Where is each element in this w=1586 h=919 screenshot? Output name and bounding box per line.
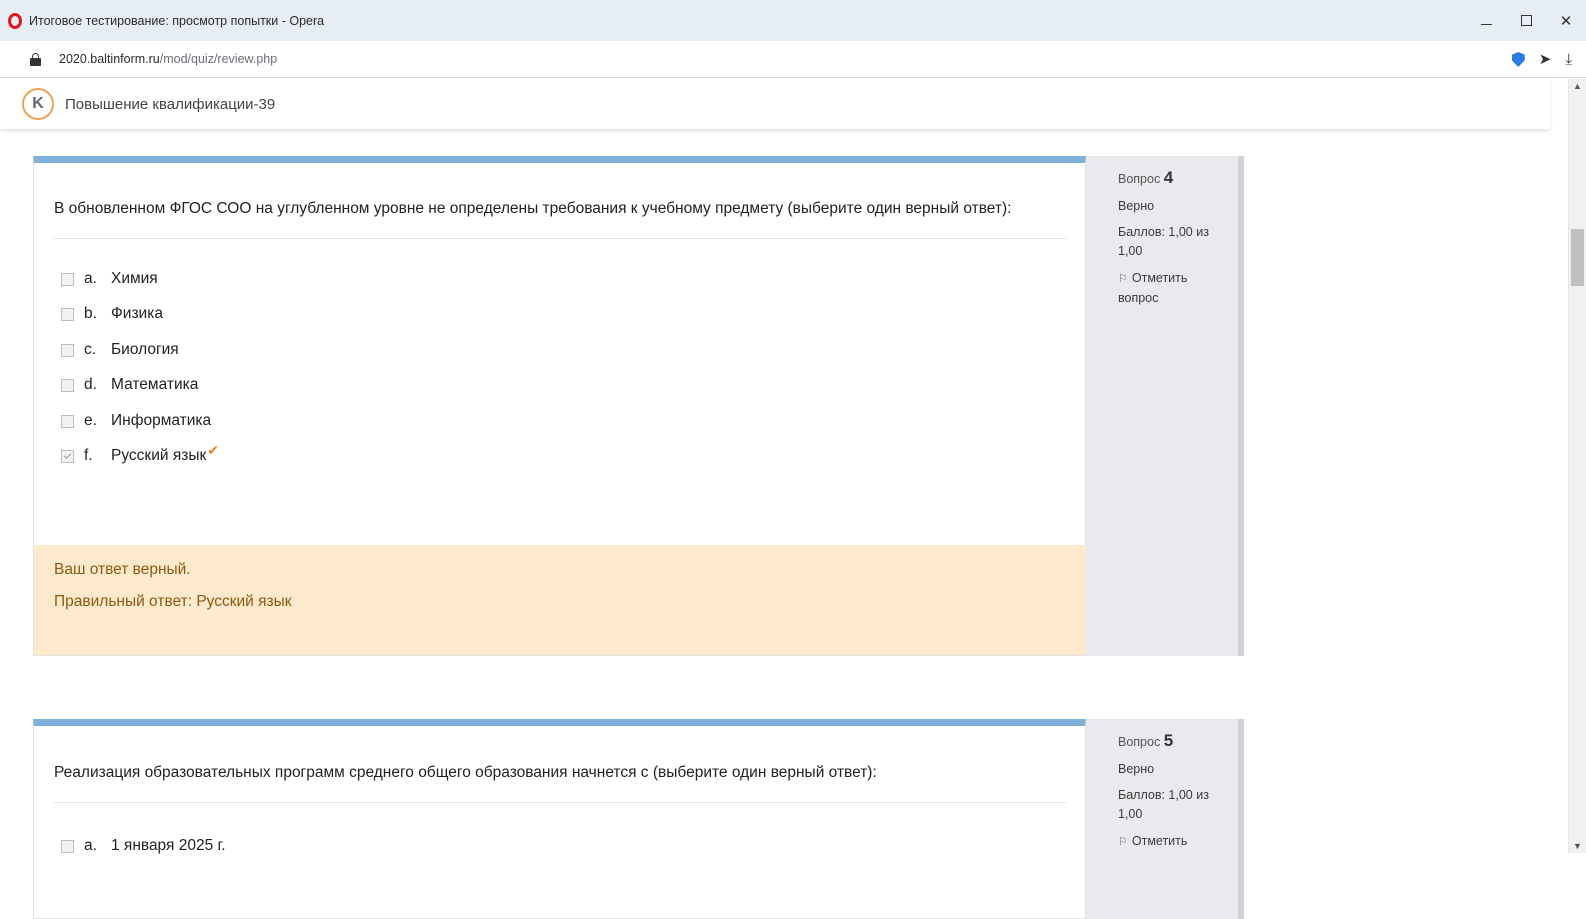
send-icon[interactable]: ➤ [1539,52,1552,67]
question-info: Вопрос 4 Верно Баллов: 1,00 из 1,00 ⚐ Отм… [1086,156,1244,656]
shield-icon[interactable] [1511,52,1525,67]
flag-question-link[interactable]: ⚐ Отметить вопрос [1118,269,1218,308]
close-icon: ✕ [1559,12,1573,30]
question-divider [54,802,1066,803]
answer-option[interactable]: a. 1 января 2025 г. [61,834,226,858]
site-logo-icon[interactable]: K [22,88,54,120]
question-number: Вопрос 4 [1118,168,1238,188]
question-state: Верно [1118,762,1155,776]
question-block: В обновленном ФГОС СОО на углубленном ур… [33,156,1244,656]
scroll-down-icon[interactable]: ▼ [1569,839,1586,853]
window-controls: ✕ [1466,0,1586,41]
question-text: Реализация образовательных программ сред… [54,764,877,781]
answer-letter: f. [84,447,93,464]
answer-option[interactable]: c. Биология [61,338,179,362]
question-block: Реализация образовательных программ сред… [33,719,1244,919]
answer-feedback: Ваш ответ верный. Правильный ответ: Русс… [34,545,1086,655]
feedback-right-answer: Правильный ответ: Русский язык [54,593,292,610]
lock-icon[interactable] [30,52,41,66]
question-grade: Баллов: 1,00 из 1,00 [1118,225,1209,258]
answer-letter: c. [84,341,97,358]
answer-option[interactable]: b. Физика [61,302,163,326]
flag-question-label: Отметить вопрос [1118,271,1188,305]
answer-label: Математика [111,376,199,393]
download-icon[interactable]: ⤓ [1565,52,1572,67]
answer-label: Биология [111,341,179,358]
question-text: В обновленном ФГОС СОО на углубленном ур… [54,200,1012,217]
answer-checkbox[interactable] [61,839,74,853]
address-bar-actions: ➤ ⤓ [1511,41,1572,78]
answer-letter: a. [84,270,97,287]
answer-letter: e. [84,412,97,429]
site-name[interactable]: Повышение квалификации-39 [65,96,275,113]
url-host: baltinform.ru [90,52,160,66]
question-number: Вопрос 5 [1118,731,1238,751]
answer-label: Информатика [111,412,212,429]
window-title-bar: Итоговое тестирование: просмотр попытки … [0,0,1586,41]
window-title: Итоговое тестирование: просмотр попытки … [29,13,325,28]
answer-label: 1 января 2025 г. [111,837,226,854]
answer-letter: a. [84,837,97,854]
flag-question-link[interactable]: ⚐ Отметить [1118,832,1218,852]
question-content: Реализация образовательных программ сред… [33,719,1086,919]
answer-letter: b. [84,305,97,322]
answer-option[interactable]: d. Математика [61,373,198,397]
url-field[interactable]: 2020.baltinform.ru/mod/quiz/review.php [59,52,277,66]
opera-logo-icon [8,12,22,29]
minimize-icon [1480,24,1492,25]
scroll-up-icon[interactable]: ▲ [1569,79,1586,93]
correct-check-icon: ✔ [207,441,219,458]
maximize-icon [1520,15,1532,26]
answer-checkbox[interactable] [61,307,74,321]
question-number-value: 5 [1163,731,1174,750]
flag-icon[interactable]: ⚐ [1118,836,1128,848]
answer-checkbox[interactable] [61,414,74,428]
flag-question-label: Отметить [1131,834,1188,848]
answer-label: Физика [111,305,163,322]
answer-label: Русский язык [111,447,207,464]
flag-icon[interactable]: ⚐ [1118,273,1128,285]
close-button[interactable]: ✕ [1546,0,1586,41]
address-bar[interactable]: 2020.baltinform.ru/mod/quiz/review.php ➤… [0,41,1586,78]
question-number-label: Вопрос [1118,172,1161,186]
answer-checkbox[interactable] [61,378,74,392]
question-grade: Баллов: 1,00 из 1,00 [1118,788,1209,821]
answer-option[interactable]: f. Русский язык ✔ [61,441,219,468]
answer-letter: d. [84,376,97,393]
maximize-button[interactable] [1506,0,1546,41]
url-host-prefix: 2020. [59,52,91,66]
scrollbar-thumb[interactable] [1571,229,1584,286]
question-number-label: Вопрос [1118,735,1161,749]
site-header: K Повышение квалификации-39 [0,79,1550,129]
question-state: Верно [1118,199,1155,213]
answer-label: Химия [111,270,158,287]
answer-checkbox[interactable] [61,272,74,286]
question-info: Вопрос 5 Верно Баллов: 1,00 из 1,00 ⚐ Отм… [1086,719,1244,919]
page-scrollbar[interactable]: ▲ ▼ [1568,79,1586,853]
answer-checkbox[interactable] [61,343,74,357]
answer-option[interactable]: e. Информатика [61,409,211,433]
question-number-value: 4 [1163,168,1174,187]
url-path: /mod/quiz/review.php [159,52,278,66]
question-content: В обновленном ФГОС СОО на углубленном ур… [33,156,1086,656]
answer-checkbox-checked[interactable] [61,449,74,463]
question-divider [54,238,1066,239]
minimize-button[interactable] [1466,0,1506,41]
feedback-result: Ваш ответ верный. [54,561,191,578]
answer-option[interactable]: a. Химия [61,267,158,291]
